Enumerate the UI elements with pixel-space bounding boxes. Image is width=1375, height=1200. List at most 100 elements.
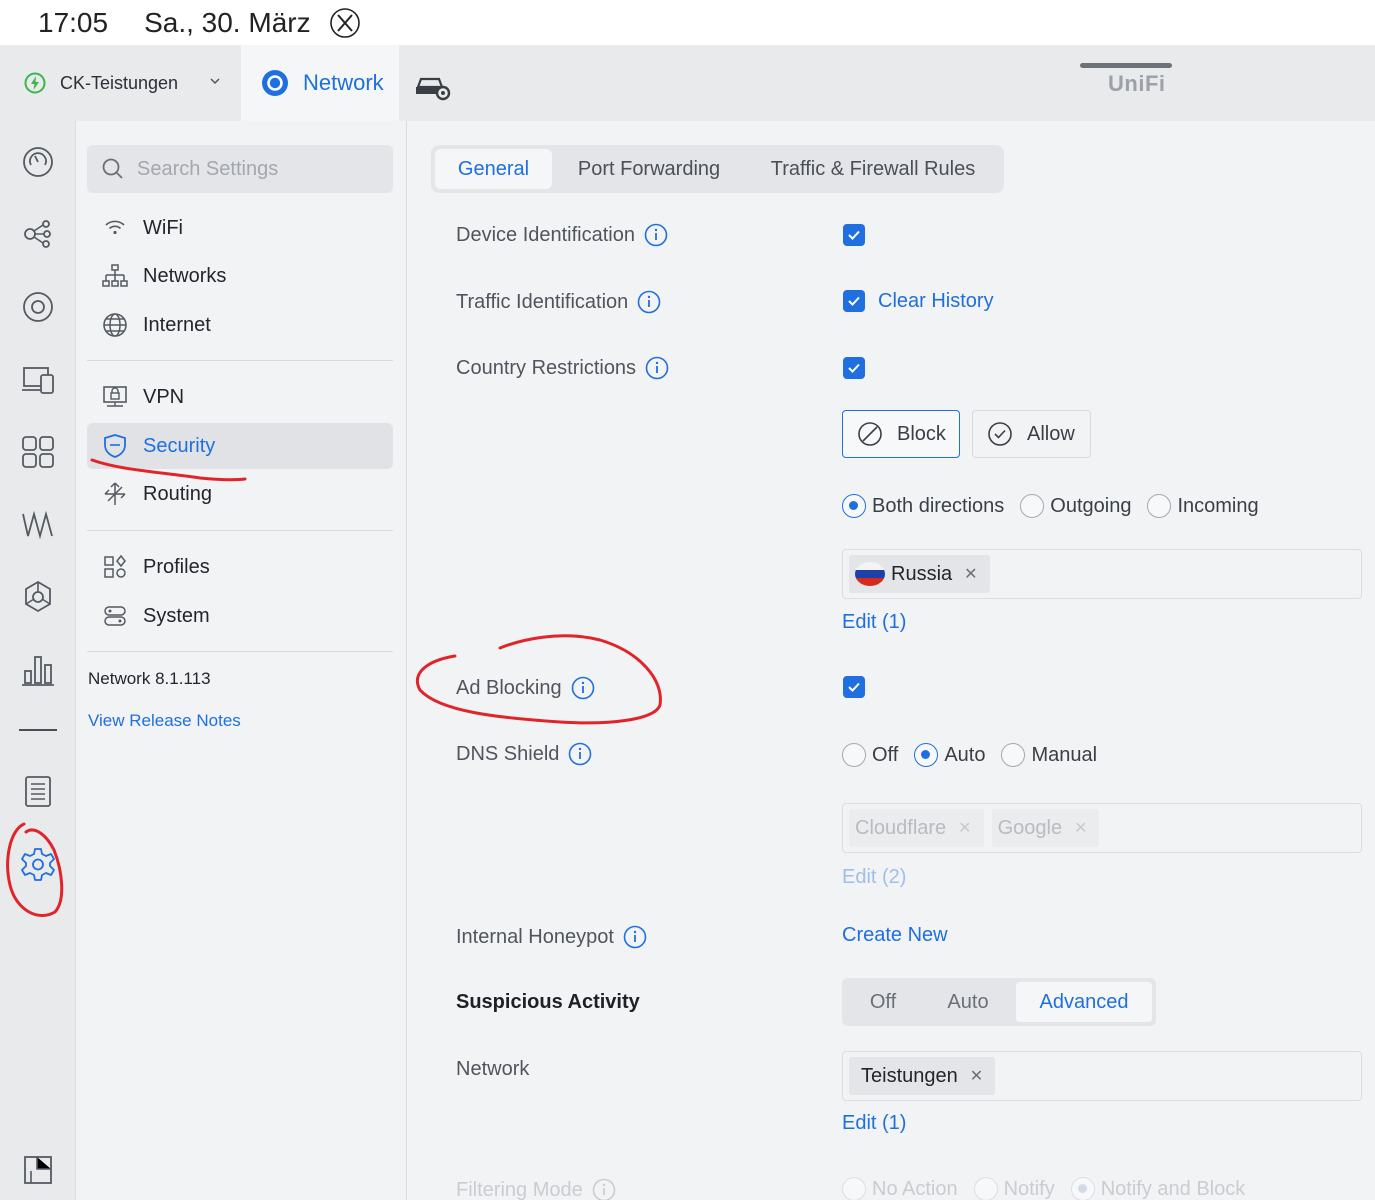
radio-dot (842, 1177, 866, 1200)
routing-icon (104, 482, 126, 505)
logo-bar (1080, 63, 1172, 68)
traffic-identification-text: Traffic Identification (456, 290, 629, 313)
check-circle-icon (988, 422, 1012, 446)
seg-advanced[interactable]: Advanced (1016, 982, 1152, 1022)
radio-dns-off[interactable]: Off (842, 743, 898, 767)
settings-gear-icon[interactable] (19, 845, 57, 883)
country-restrictions-checkbox[interactable] (843, 357, 865, 379)
info-icon[interactable] (637, 290, 661, 314)
dns-shield-text: DNS Shield (456, 742, 560, 765)
statistics-icon[interactable] (19, 651, 57, 689)
network-app-tab[interactable]: Network (241, 45, 399, 121)
nav-divider (87, 360, 393, 361)
allow-mode-button[interactable]: Allow (972, 410, 1091, 458)
radio-incoming[interactable]: Incoming (1147, 494, 1259, 518)
info-icon[interactable] (644, 223, 668, 247)
nav-item-internet[interactable]: Internet (87, 302, 393, 348)
profiles-icon (104, 554, 126, 578)
radio-outgoing[interactable]: Outgoing (1020, 494, 1131, 518)
create-honeypot-link[interactable]: Create New (842, 924, 948, 947)
nav-item-vpn[interactable]: VPN (87, 374, 393, 420)
ports-icon[interactable] (19, 433, 57, 471)
nav-item-label: WiFi (143, 216, 183, 239)
seg-auto[interactable]: Auto (926, 982, 1010, 1022)
topology-icon[interactable] (19, 215, 57, 253)
cybersecurity-icon[interactable] (19, 578, 57, 616)
app-rail (0, 121, 76, 1200)
radio-no-action[interactable]: No Action (842, 1177, 958, 1200)
seg-off[interactable]: Off (846, 982, 920, 1022)
radio-dot (1147, 494, 1172, 518)
radio-both-directions[interactable]: Both directions (842, 494, 1004, 518)
floorplan-icon[interactable] (19, 1151, 57, 1189)
filtering-mode-radio-group: No Action Notify Notify and Block (842, 1177, 1261, 1200)
vehicle-settings-icon[interactable] (412, 69, 452, 101)
radio-notify-and-block[interactable]: Notify and Block (1070, 1177, 1246, 1200)
traffic-identification-checkbox[interactable] (843, 290, 865, 312)
settings-content: General Port Forwarding Traffic & Firewa… (407, 121, 1375, 1200)
app-tab-label: Network (303, 70, 384, 95)
suspicious-activity-segmented: Off Auto Advanced (842, 978, 1156, 1026)
dns-shield-label: DNS Shield (456, 742, 592, 766)
radio-dns-auto[interactable]: Auto (914, 743, 985, 767)
nav-item-label: Internet (143, 313, 211, 336)
checkmark-icon (848, 682, 860, 692)
radio-label: No Action (872, 1177, 958, 1200)
client-devices-icon[interactable] (19, 361, 57, 399)
nav-item-system[interactable]: System (87, 593, 393, 639)
nav-item-routing[interactable]: Routing (87, 471, 393, 517)
device-identification-label: Device Identification (456, 223, 668, 247)
country-restrictions-label: Country Restrictions (456, 356, 669, 380)
radio-label: Both directions (872, 494, 1005, 517)
radio-waves-icon[interactable] (19, 506, 57, 544)
country-tag-field[interactable]: Russia ✕ (842, 549, 1362, 599)
info-icon[interactable] (568, 742, 592, 766)
radio-label: Manual (1031, 743, 1098, 766)
tab-traffic-firewall-rules[interactable]: Traffic & Firewall Rules (746, 149, 1000, 189)
nav-item-profiles[interactable]: Profiles (87, 544, 393, 590)
tab-general[interactable]: General (435, 149, 552, 189)
nav-item-security[interactable]: Security (87, 423, 393, 469)
system-log-icon[interactable] (19, 772, 57, 810)
clear-history-link[interactable]: Clear History (878, 290, 994, 313)
edit-countries-link[interactable]: Edit (1) (842, 611, 906, 634)
release-notes-link[interactable]: View Release Notes (88, 711, 241, 731)
site-switcher[interactable]: CK-Teistungen (0, 45, 241, 121)
logo-text: UniFi (1108, 71, 1166, 96)
radio-dot (1001, 743, 1026, 767)
tag-label: Russia (891, 562, 953, 585)
nav-item-wifi[interactable]: WiFi (87, 205, 393, 251)
russia-flag-icon (855, 562, 885, 586)
info-icon[interactable] (571, 676, 595, 700)
remove-tag-icon[interactable]: ✕ (964, 564, 977, 584)
dashboard-icon[interactable] (19, 143, 57, 181)
device-identification-checkbox[interactable] (843, 224, 865, 246)
network-tag[interactable]: Teistungen ✕ (849, 1057, 996, 1095)
radio-dot (973, 1177, 998, 1200)
remove-tag-icon[interactable]: ✕ (970, 1066, 983, 1086)
vpn-icon (103, 386, 127, 407)
unifi-devices-icon[interactable] (19, 288, 57, 326)
search-input[interactable] (137, 157, 377, 181)
checkmark-icon (848, 363, 860, 373)
edit-networks-link[interactable]: Edit (1) (842, 1112, 906, 1135)
country-tag[interactable]: Russia ✕ (849, 555, 990, 593)
radio-dns-manual[interactable]: Manual (1001, 743, 1097, 767)
networks-icon (102, 264, 128, 287)
block-mode-button[interactable]: Block (842, 410, 960, 458)
info-icon[interactable] (623, 925, 647, 949)
search-settings[interactable] (87, 145, 393, 193)
ad-blocking-checkbox[interactable] (843, 676, 865, 698)
nav-divider (87, 651, 393, 652)
nav-item-label: System (143, 604, 210, 627)
info-icon[interactable] (645, 356, 669, 380)
x-logo-icon (329, 7, 360, 38)
network-tag-field[interactable]: Teistungen ✕ (842, 1051, 1362, 1101)
radio-notify[interactable]: Notify (973, 1177, 1055, 1200)
filtering-mode-text: Filtering Mode (456, 1178, 583, 1200)
tag-label: Google (997, 816, 1063, 839)
radio-label: Notify and Block (1100, 1177, 1246, 1200)
nav-item-networks[interactable]: Networks (87, 253, 393, 299)
dns-servers-field: Cloudflare ✕ Google ✕ (842, 803, 1362, 853)
tab-port-forwarding[interactable]: Port Forwarding (558, 149, 740, 189)
